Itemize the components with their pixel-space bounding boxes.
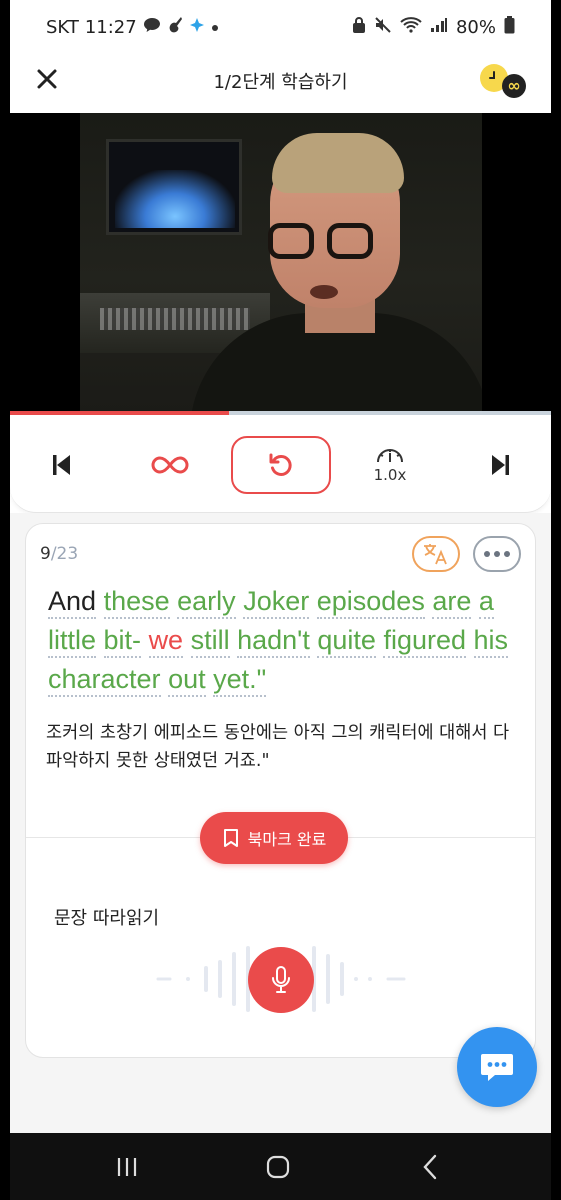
- infinity-badge-icon: ∞: [502, 74, 526, 98]
- chat-bubble-icon: [143, 17, 161, 37]
- sentence-word[interactable]: his: [473, 625, 509, 658]
- signal-icon: [430, 17, 448, 37]
- translate-icon: [424, 544, 447, 565]
- sentence-word[interactable]: a: [478, 586, 494, 619]
- sentence-word[interactable]: little: [48, 625, 97, 658]
- home-icon[interactable]: [258, 1151, 298, 1183]
- english-sentence: And these early Joker episodes are a lit…: [48, 582, 518, 699]
- shadowing-label: 문장 따라읽기: [54, 908, 160, 929]
- guitar-icon: [167, 16, 183, 38]
- replay-button[interactable]: [231, 436, 331, 494]
- status-bar: SKT 11:27 80%: [10, 0, 551, 56]
- sentence-word[interactable]: early: [177, 586, 236, 619]
- speed-label: 1.0x: [373, 466, 407, 484]
- bookmark-icon: [223, 829, 238, 847]
- korean-translation: 조커의 초창기 에피소드 동안에는 아직 그의 캐릭터에 대해서 다 파악하지 …: [46, 723, 510, 771]
- skip-next-icon[interactable]: [480, 437, 520, 493]
- sentence-word[interactable]: Joker: [243, 586, 310, 619]
- sentence-word[interactable]: quite: [317, 625, 376, 658]
- chat-icon: [481, 1054, 513, 1081]
- sentence-word[interactable]: And: [48, 586, 97, 619]
- counter-current: 9: [40, 544, 51, 564]
- screen: SKT 11:27 80% 1/2단계 학습하기 ∞ 1.0x 9/23 And…: [10, 0, 551, 1200]
- wifi-icon: [400, 16, 422, 38]
- sentence-word[interactable]: figured: [383, 625, 466, 658]
- system-nav-bar: [10, 1133, 551, 1200]
- sentence-word[interactable]: yet.": [213, 664, 267, 697]
- speed-button[interactable]: 1.0x: [365, 437, 415, 493]
- notification-icons: [143, 16, 219, 38]
- infinity-loop-icon[interactable]: [145, 437, 195, 493]
- battery-icon: [504, 16, 515, 38]
- battery-percent: 80%: [455, 16, 496, 38]
- timer-button[interactable]: ∞: [480, 60, 528, 100]
- app-header: 1/2단계 학습하기 ∞: [10, 56, 551, 112]
- skip-previous-icon[interactable]: [42, 437, 82, 493]
- status-right: 80%: [352, 16, 515, 38]
- status-left: SKT 11:27: [46, 16, 219, 38]
- playback-controls: 1.0x: [10, 415, 551, 513]
- microphone-button[interactable]: [248, 947, 314, 1013]
- clock-time: 11:27: [84, 16, 137, 38]
- sentence-card: 9/23 And these early Joker episodes are …: [25, 523, 536, 1058]
- sentence-word[interactable]: still: [190, 625, 230, 658]
- speedometer-icon: [377, 449, 403, 463]
- more-notifications-icon: [211, 18, 219, 36]
- translate-button[interactable]: [412, 536, 460, 572]
- video-frame: [80, 113, 482, 413]
- sentence-word[interactable]: we: [148, 625, 184, 658]
- star-app-icon: [189, 17, 205, 37]
- sentence-word[interactable]: bit-: [103, 625, 142, 658]
- sentence-word[interactable]: are: [432, 586, 472, 619]
- mute-icon: [374, 16, 392, 38]
- lock-badge-icon: [352, 16, 366, 38]
- sentence-word[interactable]: out: [168, 664, 206, 697]
- more-button[interactable]: [473, 536, 521, 572]
- counter-total: /23: [50, 544, 79, 564]
- sentence-word[interactable]: episodes: [316, 586, 425, 619]
- sentence-counter: 9/23: [40, 544, 78, 564]
- replay-icon: [269, 453, 292, 476]
- page-title: 1/2단계 학습하기: [213, 72, 348, 93]
- bookmark-button[interactable]: 북마크 완료: [200, 812, 348, 864]
- more-icon: [484, 551, 510, 557]
- sentence-word[interactable]: these: [103, 586, 170, 619]
- chat-button[interactable]: [457, 1027, 537, 1107]
- carrier-label: SKT: [46, 16, 79, 38]
- video-monitor: [106, 139, 242, 235]
- bookmark-label: 북마크 완료: [247, 830, 327, 849]
- recent-apps-icon[interactable]: [107, 1151, 147, 1183]
- back-icon[interactable]: [410, 1151, 450, 1183]
- sentence-word[interactable]: hadn't: [237, 625, 310, 658]
- sentence-word[interactable]: character: [48, 664, 161, 697]
- microphone-icon: [272, 966, 290, 993]
- video-player[interactable]: [10, 113, 551, 413]
